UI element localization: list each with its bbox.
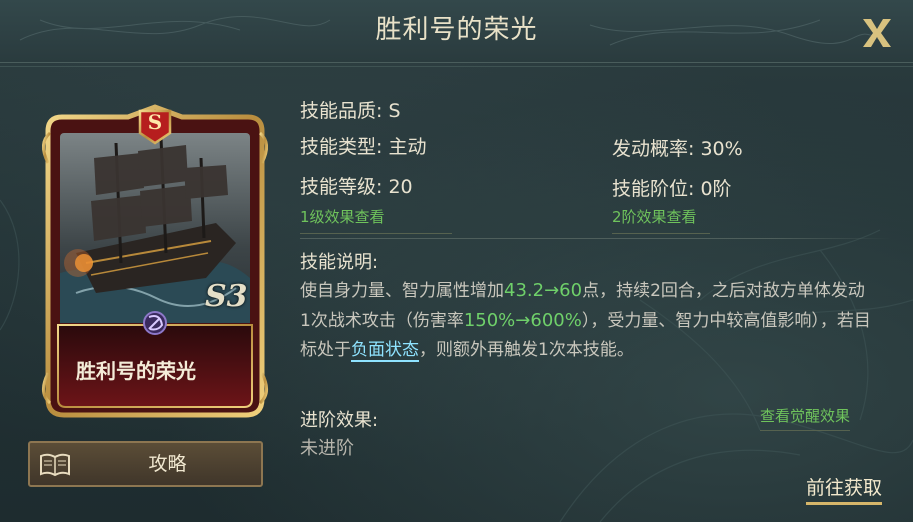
desc-text: 使自身力量、智力属性增加 (300, 281, 504, 301)
negative-status-link[interactable]: 负面状态 (351, 340, 419, 362)
attribute-value: 43.2→60 (504, 280, 583, 301)
guide-button[interactable]: 攻略 (28, 441, 263, 487)
guide-label: 攻略 (148, 453, 187, 475)
desc-text: ，则额外再触发1次本技能。 (419, 340, 634, 360)
damage-rate-value: 150%→600% (463, 310, 582, 331)
book-icon (40, 453, 70, 477)
grade-letter: S (147, 110, 163, 134)
close-icon (863, 19, 891, 47)
page-title: 胜利号的荣光 (375, 15, 538, 45)
level1-effect-link[interactable]: 1级效果查看 (300, 206, 452, 234)
close-button[interactable] (855, 10, 899, 54)
skill-level: 技能等级: 20 (300, 176, 413, 198)
tier2-effect-link[interactable]: 2阶效果查看 (612, 206, 710, 234)
skill-description: 使自身力量、智力属性增加43.2→60点，持续2回合，之后对敌方单体发动1次战术… (300, 276, 875, 365)
skill-tier: 技能阶位: 0阶 (612, 178, 732, 200)
advance-status: 未进阶 (300, 438, 354, 459)
card-name: 胜利号的荣光 (76, 359, 196, 383)
advance-title: 进阶效果: (300, 410, 379, 431)
hammer-sickle-icon (143, 311, 167, 335)
obtain-button[interactable]: 前往获取 (806, 473, 883, 505)
skill-level-badge: S3 (205, 279, 248, 314)
skill-quality: 技能品质: S (300, 100, 401, 122)
section-divider (300, 238, 890, 239)
header-divider (0, 66, 913, 67)
description-title: 技能说明: (300, 252, 379, 273)
awakening-effect-link[interactable]: 查看觉醒效果 (760, 405, 851, 431)
skill-detail-panel: 胜利号的荣光 S S3 胜利号的荣光 攻略 技能品质: S 技能类型: 主动 发… (0, 0, 913, 522)
trigger-rate: 发动概率: 30% (612, 138, 743, 160)
header-bar: 胜利号的荣光 (0, 0, 913, 63)
skill-type: 技能类型: 主动 (300, 136, 427, 158)
